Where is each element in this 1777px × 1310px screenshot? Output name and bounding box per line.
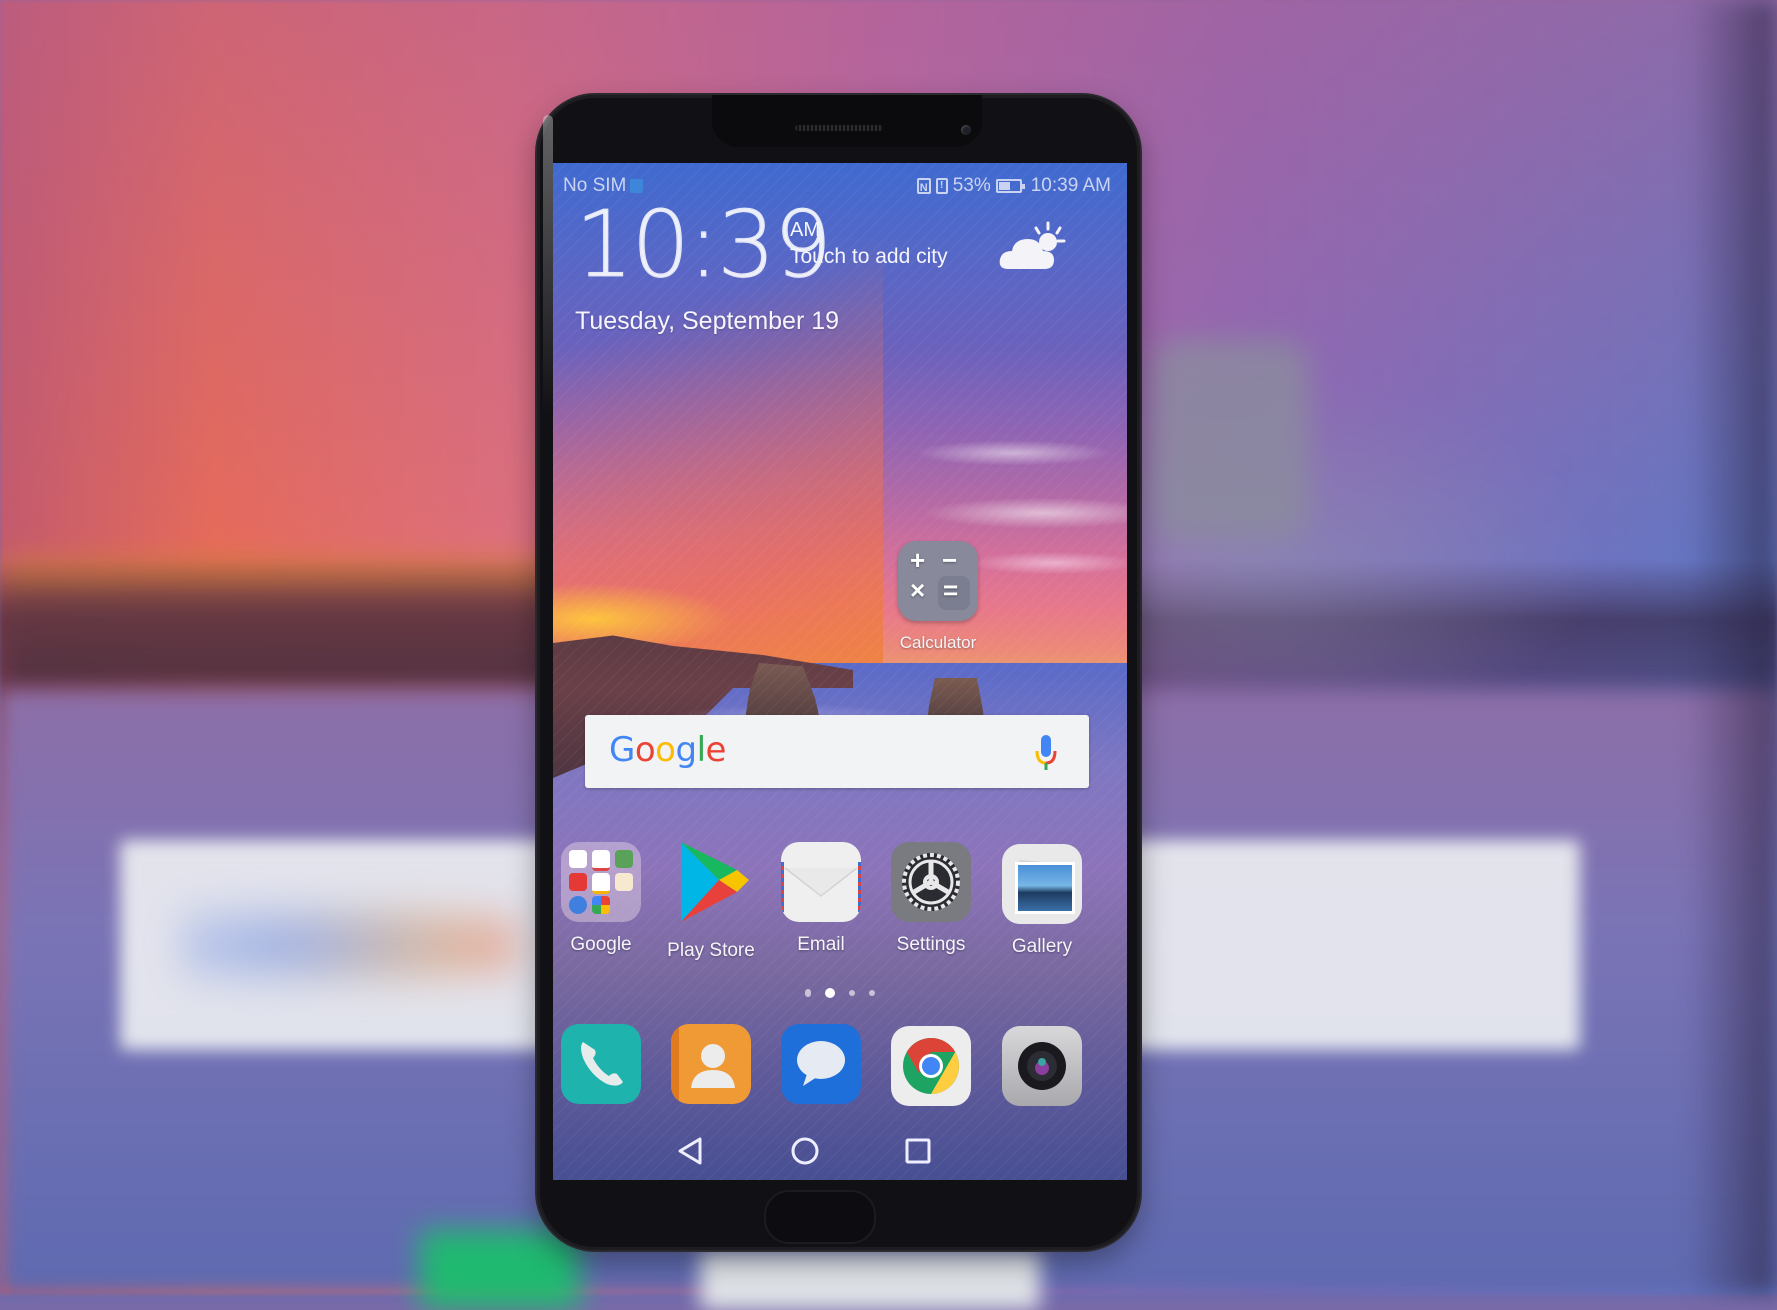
google-folder-icon <box>561 842 641 922</box>
dock-messaging[interactable] <box>771 1024 871 1104</box>
status-time: 10:39 AM <box>1030 175 1111 196</box>
home-screen: No SIM N ! 53% 10:39 AM 10:39 AM Touch t… <box>553 163 1127 1180</box>
app-label: Play Store <box>667 940 755 961</box>
dock-contacts[interactable] <box>661 1024 761 1104</box>
gallery-icon <box>1002 844 1082 924</box>
nfc-icon: N <box>916 178 931 194</box>
app-label: Calculator <box>899 633 977 652</box>
calculator-icon: + − × = <box>898 541 978 621</box>
app-label: Settings <box>896 934 966 955</box>
clock-weather-widget[interactable]: 10:39 AM Touch to add city Tuesday, Sept… <box>575 198 948 335</box>
app-play-store[interactable]: Play Store <box>661 842 761 962</box>
earpiece-speaker <box>795 125 883 131</box>
app-label: Gallery <box>1011 936 1073 957</box>
background-edge <box>1687 0 1777 1294</box>
settings-gear-icon <box>891 842 971 922</box>
bezel-glare <box>543 115 553 415</box>
page-dot-current[interactable] <box>825 988 835 998</box>
app-calculator[interactable]: + − × = Calculator <box>888 541 988 653</box>
navigation-bar <box>553 1131 1127 1171</box>
chrome-icon <box>891 1026 971 1106</box>
recents-icon[interactable] <box>902 1135 934 1167</box>
background-blurred-icon <box>700 1250 1040 1310</box>
google-logo-letter: o <box>655 730 676 770</box>
app-label: Google <box>570 934 632 955</box>
clock-ampm: AM <box>790 219 820 241</box>
google-logo: Google <box>609 730 726 770</box>
dock-chrome[interactable] <box>881 1026 981 1106</box>
microphone-icon[interactable] <box>1033 733 1059 773</box>
google-logo-letter: G <box>609 730 635 770</box>
app-label: Email <box>797 934 845 955</box>
contacts-icon <box>671 1024 751 1104</box>
dock-camera[interactable] <box>992 1026 1092 1106</box>
page-dot-search[interactable] <box>805 989 811 997</box>
page-dot[interactable] <box>869 990 875 996</box>
battery-icon <box>995 179 1025 193</box>
messages-icon <box>781 1024 861 1104</box>
home-icon[interactable] <box>789 1135 821 1167</box>
camera-icon <box>1002 1026 1082 1106</box>
page-dot[interactable] <box>849 990 855 996</box>
app-settings[interactable]: Settings <box>881 842 981 956</box>
google-logo-letter: g <box>675 730 697 770</box>
sd-card-icon: ! <box>935 178 948 194</box>
phone-icon <box>561 1024 641 1104</box>
background-horizon <box>0 560 560 690</box>
email-icon <box>781 842 861 922</box>
back-icon[interactable] <box>674 1135 706 1167</box>
app-gallery[interactable]: Gallery <box>992 844 1092 958</box>
background-blurred-google-logo <box>180 885 520 1005</box>
partly-cloudy-icon[interactable] <box>998 221 1066 273</box>
clock-date: Tuesday, September 19 <box>575 307 840 335</box>
add-city-link[interactable]: Touch to add city <box>790 245 948 269</box>
play-store-icon <box>681 842 749 922</box>
background-blurred-playstore <box>420 1230 580 1310</box>
fingerprint-sensor[interactable] <box>764 1190 876 1244</box>
front-camera <box>961 125 971 135</box>
app-email[interactable]: Email <box>771 842 871 956</box>
dock-phone[interactable] <box>553 1024 651 1104</box>
wallpaper-sun <box>553 583 733 643</box>
notch <box>712 95 982 147</box>
page-indicator[interactable] <box>553 988 1127 998</box>
google-search-bar[interactable]: Google <box>585 715 1089 788</box>
google-logo-letter: l <box>696 730 706 770</box>
app-google-folder[interactable]: Google <box>553 842 651 956</box>
google-logo-letter: e <box>705 730 727 770</box>
google-logo-letter: o <box>634 730 656 770</box>
background-blurred-calculator <box>1150 340 1310 540</box>
battery-percent: 53% <box>952 175 991 196</box>
